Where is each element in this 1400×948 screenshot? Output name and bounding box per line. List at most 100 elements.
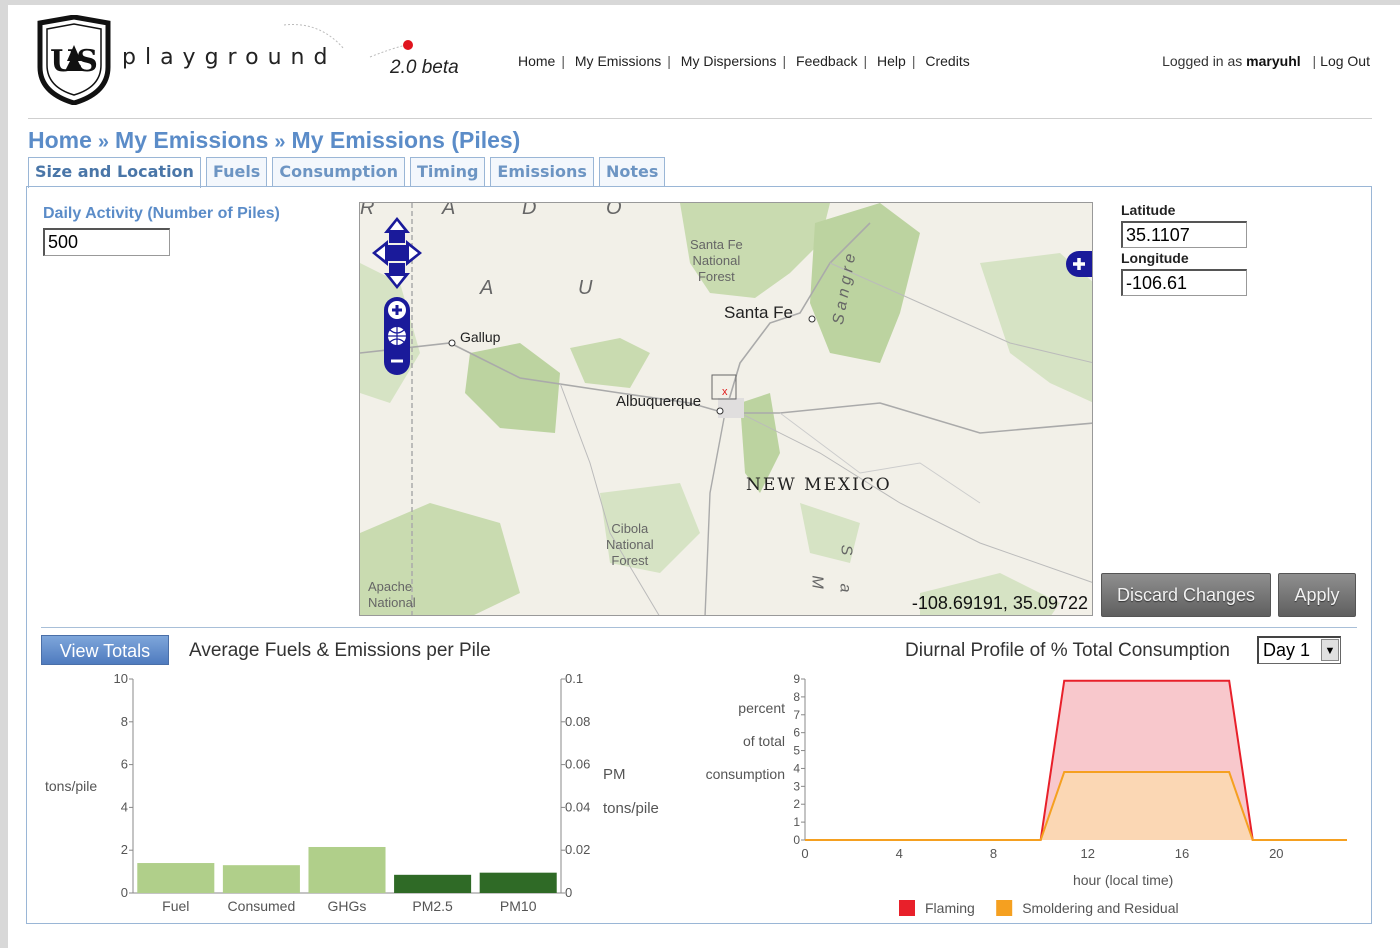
daily-activity-label: Daily Activity (Number of Piles) [43,205,280,222]
map-zoom-control[interactable] [384,297,410,375]
username: maryuhl [1246,53,1301,69]
breadcrumb: Home» My Emissions» My Emissions (Piles) [28,127,520,154]
map-label-santa-fe-nf: Santa Fe National Forest [690,237,743,284]
tab-size-and-location[interactable]: Size and Location [28,157,201,188]
tab-fuels[interactable]: Fuels [205,157,268,187]
bar-right-tick-label: 0.1 [565,671,583,686]
line-y-axis-label: of total [743,733,785,749]
nav-feedback[interactable]: Feedback [796,53,857,69]
map-label-d: D [522,202,541,219]
brand-decoration-icon [283,24,413,58]
legend-swatch [899,900,915,916]
nav-home[interactable]: Home [518,53,555,69]
diurnal-profile-chart: 01234567890 4 8 12 16 20percentof totalconsum… [706,672,1347,916]
map-label-apache-nf: Apache National [368,579,416,610]
map-label-cibola-nf: Cibola National Forest [606,521,654,568]
breadcrumb-separator: » [274,131,286,153]
day-select[interactable]: Day 1 ▼ [1257,636,1341,664]
bar-ghgs [308,846,386,893]
bar-consumed [222,865,300,893]
daily-activity-input[interactable] [43,228,170,256]
bar-category-label: GHGs [328,898,367,914]
bar-pm25 [394,874,472,893]
longitude-label: Longitude [1121,250,1189,266]
user-area: Logged in as maryuhl | Log Out [1162,53,1370,69]
tab-consumption[interactable]: Consumption [272,157,406,187]
map-cursor-coordinates: -108.69191, 35.09722 [911,593,1088,613]
logout-link[interactable]: Log Out [1320,53,1370,69]
tab-panel: Daily Activity (Number of Piles) 500 x R… [26,186,1372,924]
bar-left-tick-label: 2 [121,842,128,857]
tab-bar: Size and Location Fuels Consumption Timi… [28,157,670,188]
bar-category-label: PM10 [500,898,537,914]
nav-my-dispersions[interactable]: My Dispersions [681,53,777,69]
line-x-tick-label: 12 [1081,846,1095,861]
forest-service-shield-logo: US [37,15,111,105]
bar-right-tick-label: 0.06 [565,757,590,772]
map-layer-switcher-icon[interactable] [1066,251,1092,277]
panel-divider [41,627,1357,628]
line-x-axis-label: hour (local time) [1073,872,1173,888]
bar-right-tick-label: 0.02 [565,842,590,857]
line-x-tick-label: 8 [990,846,997,861]
latitude-label: Latitude [1121,202,1176,218]
location-map[interactable]: x R A D O A U Sangre S M a Santa Fe Gall… [359,202,1093,616]
bar-right-tick-label: 0.04 [565,799,590,814]
version-label: 2.0 beta [390,57,459,78]
legend-swatch [996,900,1013,916]
nav-credits[interactable]: Credits [925,53,969,69]
latitude-input[interactable] [1121,221,1247,248]
nav-help[interactable]: Help [877,53,906,69]
line-y-tick-label: 2 [793,797,800,811]
line-y-axis-label: percent [738,700,785,716]
line-y-tick-label: 4 [793,761,800,775]
line-y-tick-label: 0 [793,833,800,847]
location-marker: x [722,386,728,398]
apply-button[interactable]: Apply [1278,573,1356,617]
diurnal-chart-title: Diurnal Profile of % Total Consumption [905,640,1230,661]
line-x-tick-label: 0 [801,846,808,861]
line-x-tick-label: 20 [1269,846,1283,861]
tab-notes[interactable]: Notes [598,157,666,187]
line-y-tick-label: 3 [793,779,800,793]
legend-label: Flaming [925,900,975,916]
line-y-tick-label: 9 [793,672,800,686]
map-pan-control[interactable] [370,215,424,291]
chevron-down-icon: ▼ [1321,639,1339,661]
view-totals-button[interactable]: View Totals [41,635,169,665]
bar-fuel [137,863,215,893]
map-label-a-top: A [442,202,460,219]
bar-left-tick-label: 0 [121,885,128,900]
top-nav: Home | My Emissions | My Dispersions | Feed… [518,53,970,69]
bar-left-axis-label: tons/pile [45,778,97,794]
bar-right-tick-label: 0 [565,885,572,900]
map-label-santa-fe: Santa Fe [724,303,793,322]
breadcrumb-current: My Emissions (Piles) [291,127,521,153]
bar-left-tick-label: 6 [121,757,128,772]
map-label-m: M [808,575,826,593]
breadcrumb-home[interactable]: Home [28,127,92,153]
map-label-a: A [480,277,498,299]
bar-right-axis-label-units: tons/pile [603,800,659,817]
line-y-tick-label: 8 [793,690,800,704]
page: US playground 2.0 beta Home| My Emission… [8,5,1400,948]
longitude-input[interactable] [1121,269,1247,296]
map-label-gallup: Gallup [460,329,501,345]
breadcrumb-my-emissions[interactable]: My Emissions [115,127,268,153]
avg-chart-title: Average Fuels & Emissions per Pile [189,640,491,661]
bar-left-tick-label: 8 [121,714,128,729]
bar-category-label: Fuel [162,898,189,914]
bar-category-label: PM2.5 [412,898,453,914]
tab-timing[interactable]: Timing [410,157,486,187]
bar-left-tick-label: 4 [121,799,128,814]
nav-my-emissions[interactable]: My Emissions [575,53,661,69]
legend-label: Smoldering and Residual [1022,900,1178,916]
logged-in-prefix: Logged in as [1162,53,1243,69]
line-y-tick-label: 1 [793,815,800,829]
tab-emissions[interactable]: Emissions [490,157,594,187]
discard-changes-button[interactable]: Discard Changes [1101,573,1271,617]
day-select-value: Day 1 [1263,640,1311,660]
bar-right-axis-label: PM [603,766,626,783]
map-label-s: S [837,544,855,560]
series-area-1 [805,772,1347,840]
